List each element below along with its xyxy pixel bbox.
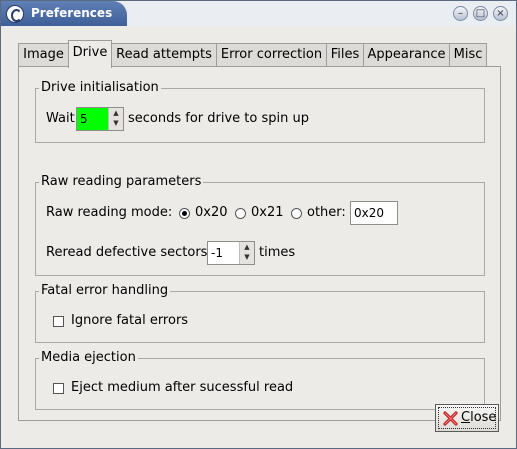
wait-label: Wait [46, 111, 75, 126]
tab-drive[interactable]: Drive [68, 40, 112, 68]
raw-reading-frame: Raw reading parameters Raw reading mode:… [35, 174, 485, 276]
preferences-window: Preferences – □ × Image Drive Read attem… [0, 0, 517, 449]
fatal-error-frame: Fatal error handling Ignore fatal errors [35, 283, 485, 343]
media-ejection-title: Media ejection [39, 350, 138, 366]
ignore-fatal-label[interactable]: Ignore fatal errors [71, 313, 188, 329]
reread-spinner[interactable]: -1 ▲ ▼ [207, 241, 255, 265]
raw-reading-title: Raw reading parameters [39, 174, 204, 190]
fatal-error-title: Fatal error handling [39, 283, 171, 299]
reread-suffix: times [259, 245, 296, 260]
tab-files[interactable]: Files [326, 43, 364, 67]
window-title: Preferences [31, 6, 113, 20]
radio-0x20[interactable] [179, 208, 190, 219]
ignore-fatal-checkbox[interactable] [53, 316, 64, 327]
minimize-button[interactable]: – [453, 6, 468, 21]
app-icon[interactable] [6, 5, 24, 23]
other-mode-input[interactable]: 0x20 [350, 201, 398, 225]
radio-0x21[interactable] [235, 208, 246, 219]
tab-misc[interactable]: Misc [449, 43, 487, 67]
wait-suffix: seconds for drive to spin up [128, 111, 309, 126]
tab-error-correction[interactable]: Error correction [216, 43, 327, 67]
close-x-icon [443, 411, 458, 426]
spinner-arrows-icon[interactable]: ▲ ▼ [108, 108, 123, 130]
close-button-label: Close [461, 410, 497, 425]
reread-label: Reread defective sectors [46, 245, 208, 260]
spinner-arrows-icon[interactable]: ▲ ▼ [239, 242, 254, 264]
tab-read-attempts[interactable]: Read attempts [111, 43, 217, 67]
media-ejection-frame: Media ejection Eject medium after sucess… [35, 350, 485, 410]
maximize-button[interactable]: □ [473, 6, 488, 21]
reread-value[interactable]: -1 [208, 242, 241, 264]
tab-appearance[interactable]: Appearance [363, 43, 450, 67]
radio-0x21-label[interactable]: 0x21 [251, 205, 284, 221]
close-button[interactable]: Close [435, 404, 499, 432]
drive-init-title: Drive initialisation [39, 80, 161, 96]
raw-mode-label: Raw reading mode: [46, 205, 173, 220]
window-close-button[interactable]: × [493, 6, 508, 21]
spin-up-wait-value[interactable]: 5 [77, 108, 110, 130]
tab-image[interactable]: Image [18, 43, 69, 67]
dialog-body: Image Drive Read attempts Error correcti… [1, 26, 516, 448]
radio-other[interactable] [291, 208, 302, 219]
title-bar[interactable]: Preferences – □ × [1, 1, 516, 26]
drive-init-frame: Drive initialisation Wait 5 ▲ ▼ seconds f… [35, 80, 485, 143]
eject-medium-label[interactable]: Eject medium after sucessful read [71, 380, 293, 396]
title-tab: Preferences [1, 1, 127, 26]
radio-other-label[interactable]: other: [307, 205, 346, 221]
eject-medium-checkbox[interactable] [53, 383, 64, 394]
radio-0x20-label[interactable]: 0x20 [195, 205, 228, 221]
spin-up-wait-spinner[interactable]: 5 ▲ ▼ [76, 107, 124, 131]
drive-tab-panel: Drive initialisation Wait 5 ▲ ▼ seconds f… [18, 66, 501, 421]
